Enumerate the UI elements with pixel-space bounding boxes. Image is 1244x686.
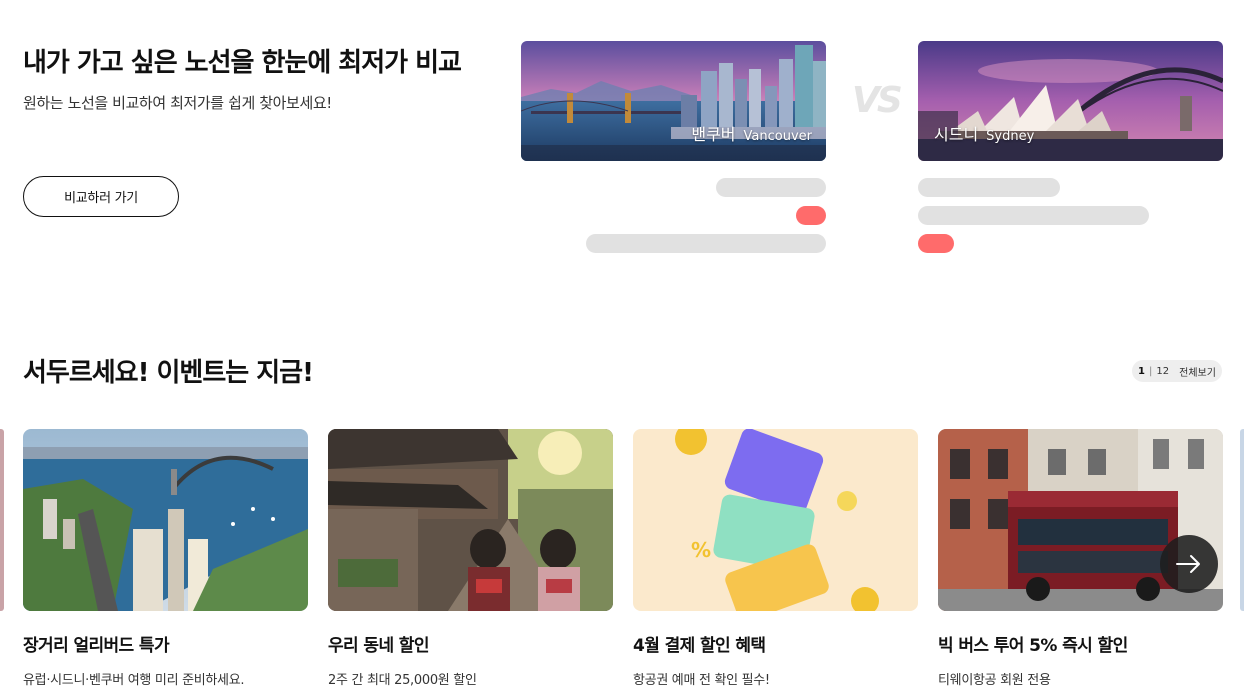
arrow-right-icon bbox=[1176, 555, 1200, 573]
event-desc: 항공권 예매 전 확인 필수! bbox=[633, 673, 770, 686]
event-name: 4월 결제 할인 혜택 bbox=[633, 636, 766, 656]
event-image-kyoto bbox=[328, 429, 613, 611]
events-pager: 1 | 12 전체보기 bbox=[1132, 360, 1222, 382]
pager-divider: | bbox=[1149, 365, 1153, 377]
city-name-ko: 시드니 bbox=[934, 125, 979, 144]
event-image-cards: % bbox=[633, 429, 918, 611]
event-card[interactable]: 장거리 얼리버드 특가 유럽·시드니·벤쿠버 여행 미리 준비하세요. bbox=[23, 429, 308, 686]
next-card-peek bbox=[1240, 429, 1244, 611]
events-title: 서두르세요! 이벤트는 지금! bbox=[23, 358, 314, 388]
skeleton-line bbox=[586, 234, 826, 253]
city-name-en: Vancouver bbox=[743, 129, 812, 144]
sydney-label: 시드니 Sydney bbox=[934, 121, 1034, 145]
event-desc: 2주 간 최대 25,000원 할인 bbox=[328, 673, 477, 686]
pager-current: 1 bbox=[1138, 365, 1146, 377]
compare-go-button[interactable]: 비교하러 가기 bbox=[23, 176, 179, 217]
skeleton-line bbox=[716, 178, 826, 197]
price-badge-placeholder bbox=[918, 234, 954, 253]
event-card[interactable]: 우리 동네 할인 2주 간 최대 25,000원 할인 bbox=[328, 429, 613, 686]
event-name: 우리 동네 할인 bbox=[328, 636, 429, 656]
vancouver-label: 밴쿠버 Vancouver bbox=[691, 121, 812, 145]
city-card-sydney[interactable]: 시드니 Sydney bbox=[918, 41, 1223, 161]
event-image-sydney bbox=[23, 429, 308, 611]
skeleton-line bbox=[918, 206, 1149, 225]
vs-label: VS bbox=[852, 80, 903, 121]
prev-card-peek bbox=[0, 429, 4, 611]
city-name-ko: 밴쿠버 bbox=[691, 125, 736, 144]
carousel-next-button[interactable] bbox=[1160, 535, 1218, 593]
compare-title: 내가 가고 싶은 노선을 한눈에 최저가 비교 bbox=[23, 48, 462, 78]
city-card-vancouver[interactable]: 밴쿠버 Vancouver bbox=[521, 41, 826, 161]
svg-text:%: % bbox=[691, 538, 711, 562]
compare-subtitle: 원하는 노선을 비교하여 최저가를 쉽게 찾아보세요! bbox=[23, 94, 332, 112]
event-desc: 티웨이항공 회원 전용 bbox=[938, 673, 1051, 686]
pager-total: 12 bbox=[1156, 365, 1170, 377]
event-name: 빅 버스 투어 5% 즉시 할인 bbox=[938, 636, 1128, 656]
event-card[interactable]: % 4월 결제 할인 혜택 항공권 예매 전 확인 필수! bbox=[633, 429, 918, 686]
view-all-link[interactable]: 전체보기 bbox=[1179, 364, 1216, 379]
price-badge-placeholder bbox=[796, 206, 826, 225]
event-desc: 유럽·시드니·벤쿠버 여행 미리 준비하세요. bbox=[23, 673, 245, 686]
skeleton-line bbox=[918, 178, 1060, 197]
city-name-en: Sydney bbox=[986, 129, 1035, 144]
event-name: 장거리 얼리버드 특가 bbox=[23, 636, 170, 656]
